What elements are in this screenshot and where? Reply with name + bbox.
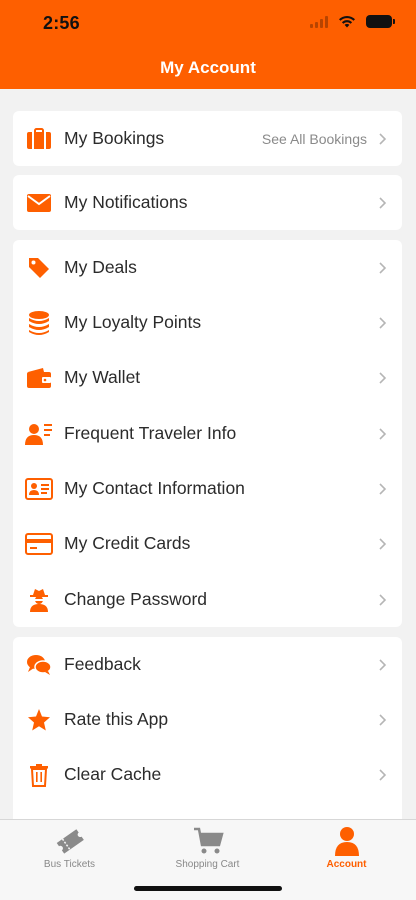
menu-item-label: Rate this App (64, 709, 169, 729)
chevron-right-icon (379, 658, 387, 671)
account-options-card: My Deals My Loyalty Points My Wallet Fre… (13, 240, 402, 627)
home-indicator (134, 886, 282, 891)
envelope-icon (25, 189, 53, 217)
tab-label: Shopping Cart (175, 859, 240, 870)
briefcase-icon (25, 125, 53, 153)
coin-stack-icon (25, 309, 53, 337)
menu-item-my-bookings[interactable]: My Bookings See All Bookings (13, 111, 402, 166)
id-card-icon (25, 475, 53, 503)
chevron-right-icon (379, 593, 387, 606)
menu-item-my-contact-information[interactable]: My Contact Information (13, 461, 402, 516)
trash-icon (25, 761, 53, 789)
notifications-card: My Notifications (13, 175, 402, 230)
menu-item-my-deals[interactable]: My Deals (13, 240, 402, 295)
star-icon (25, 706, 53, 734)
menu-item-clear-cache[interactable]: Clear Cache (13, 747, 402, 802)
menu-item-change-password[interactable]: Change Password (13, 572, 402, 627)
ticket-icon (56, 829, 84, 854)
chevron-right-icon (379, 713, 387, 726)
page-title: My Account (160, 58, 256, 77)
see-all-bookings-link[interactable]: See All Bookings (262, 131, 367, 147)
tab-shopping-cart[interactable]: Shopping Cart (138, 826, 277, 876)
menu-item-label: My Bookings (64, 128, 165, 148)
battery-icon (366, 15, 395, 28)
cellular-signal-icon (310, 15, 328, 28)
menu-item-feedback[interactable]: Feedback (13, 637, 402, 692)
user-list-icon (25, 420, 53, 448)
header: 2:56 My Account (0, 0, 416, 89)
credit-card-icon (25, 530, 53, 558)
tab-bus-tickets[interactable]: Bus Tickets (0, 826, 139, 876)
menu-item-label: Frequent Traveler Info (64, 423, 237, 443)
menu-item-label: Feedback (64, 654, 141, 674)
chevron-right-icon (379, 768, 387, 781)
menu-item-my-wallet[interactable]: My Wallet (13, 350, 402, 405)
menu-item-label: My Contact Information (64, 478, 245, 498)
wifi-icon (339, 15, 355, 28)
tab-account[interactable]: Account (277, 826, 416, 876)
tag-icon (25, 254, 53, 282)
menu-item-frequent-traveler-info[interactable]: Frequent Traveler Info (13, 406, 402, 461)
status-time: 2:56 (43, 13, 80, 33)
menu-item-label: Change Password (64, 589, 207, 609)
menu-item-label: My Credit Cards (64, 533, 191, 553)
chevron-right-icon (379, 261, 387, 274)
chevron-right-icon (379, 316, 387, 329)
menu-item-rate-this-app[interactable]: Rate this App (13, 692, 402, 747)
menu-item-my-notifications[interactable]: My Notifications (13, 175, 402, 230)
status-icons (310, 15, 395, 28)
app-options-card: Feedback Rate this App Clear Cache (13, 637, 402, 819)
menu-item-label: My Notifications (64, 192, 188, 212)
shopping-cart-icon (193, 827, 224, 854)
menu-item-label: Clear Cache (64, 764, 162, 784)
chevron-right-icon (379, 482, 387, 495)
chevron-right-icon (379, 537, 387, 550)
chevron-right-icon (379, 132, 387, 145)
menu-item-label: My Loyalty Points (64, 312, 202, 332)
menu-item-label: My Wallet (64, 367, 141, 387)
chevron-right-icon (379, 427, 387, 440)
menu-item-my-credit-cards[interactable]: My Credit Cards (13, 516, 402, 571)
chevron-right-icon (379, 371, 387, 384)
tab-label: Account (326, 859, 367, 870)
chat-bubbles-icon (25, 651, 53, 679)
menu-item-my-loyalty-points[interactable]: My Loyalty Points (13, 295, 402, 350)
status-bar: 2:56 (0, 0, 416, 48)
menu-item-label: My Deals (64, 257, 137, 277)
user-secret-icon (25, 586, 53, 614)
wallet-icon (25, 364, 53, 392)
tab-label: Bus Tickets (43, 859, 96, 870)
user-icon (334, 827, 359, 856)
chevron-right-icon (379, 196, 387, 209)
bookings-card: My Bookings See All Bookings (13, 111, 402, 166)
